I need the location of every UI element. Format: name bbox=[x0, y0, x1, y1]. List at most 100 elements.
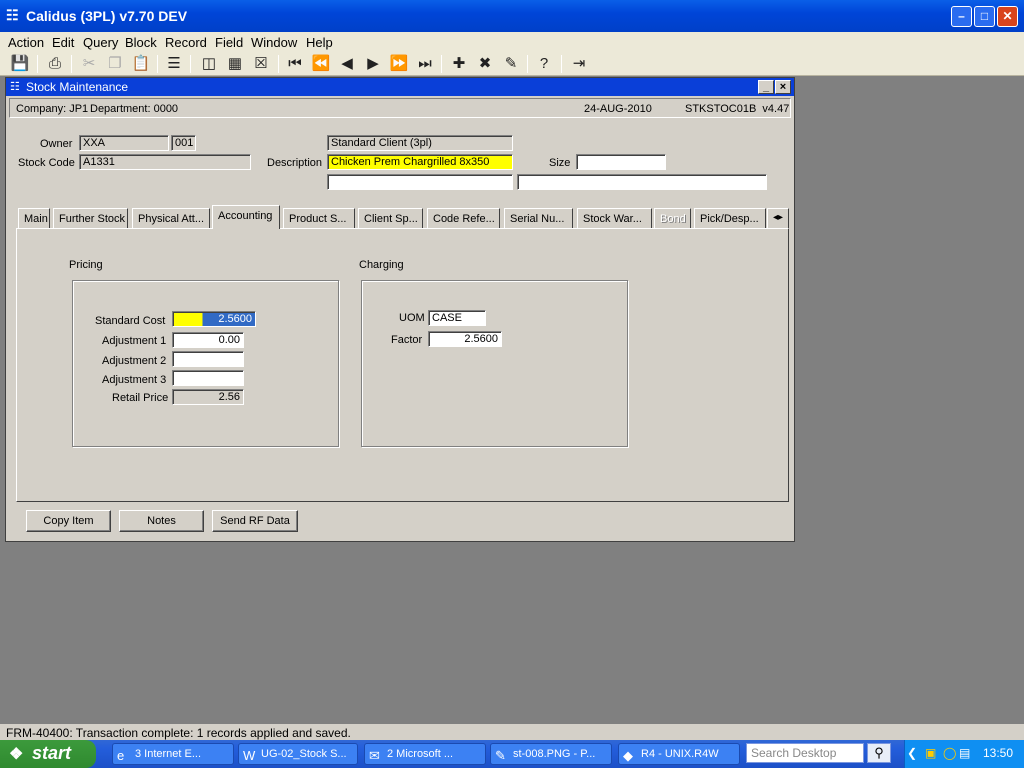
tab-stock-war[interactable]: Stock War... bbox=[577, 208, 652, 228]
stock-maintenance-window: ☷ Stock Maintenance _ × Company: JP1 Dep… bbox=[5, 77, 795, 542]
toolbar-separator bbox=[190, 55, 191, 73]
terminal-icon: ◆ bbox=[623, 748, 633, 763]
notes-button[interactable]: Notes bbox=[119, 510, 204, 532]
menu-window[interactable]: Window bbox=[251, 35, 297, 50]
task-microsoft[interactable]: ✉ 2 Microsoft ... bbox=[364, 743, 486, 765]
toolbar-separator bbox=[71, 55, 72, 73]
menu-edit[interactable]: Edit bbox=[52, 35, 74, 50]
toolbar-separator bbox=[157, 55, 158, 73]
charging-title: Charging bbox=[359, 259, 404, 271]
execute-query-icon[interactable]: ▦ bbox=[225, 54, 245, 74]
last-record-icon[interactable]: ⏭ bbox=[415, 54, 435, 74]
description-line3-field[interactable] bbox=[517, 174, 767, 190]
uom-field[interactable]: CASE bbox=[428, 310, 486, 326]
toolbar: 💾 ⎙ ✂ ❐ 📋 ☰ ◫ ▦ ☒ ⏮ ⏪ ◀ ▶ ⏩ ⏭ ✚ ✖ ✎ ? ⇥ bbox=[0, 52, 1024, 76]
description-line2-field[interactable] bbox=[327, 174, 513, 190]
enter-query-icon[interactable]: ◫ bbox=[199, 54, 219, 74]
owner-sub-field[interactable]: 001 bbox=[171, 135, 196, 151]
next-record-icon[interactable]: ▶ bbox=[363, 54, 383, 74]
send-rf-data-button[interactable]: Send RF Data bbox=[212, 510, 298, 532]
tab-serial-nu[interactable]: Serial Nu... bbox=[504, 208, 573, 228]
adjustment-1-label: Adjustment 1 bbox=[102, 335, 167, 347]
tab-scroll-arrows-icon[interactable]: ◂▸ bbox=[767, 208, 789, 228]
menu-block[interactable]: Block bbox=[125, 35, 157, 50]
form-id-text: STKSTOC01B v4.47 bbox=[685, 103, 790, 115]
pricing-group: Standard Cost 2.5600 Adjustment 1 0.00 A… bbox=[72, 280, 339, 447]
tab-physical-attributes[interactable]: Physical Att... bbox=[132, 208, 210, 228]
adjustment-1-field[interactable]: 0.00 bbox=[172, 332, 244, 348]
tab-bond: Bond bbox=[654, 208, 691, 228]
tray-outlook-icon[interactable]: ◯ bbox=[943, 746, 956, 760]
task-label: R4 - UNIX.R4W bbox=[641, 748, 719, 760]
tab-product-s[interactable]: Product S... bbox=[283, 208, 355, 228]
close-button[interactable]: ✕ bbox=[997, 6, 1018, 27]
delete-record-icon[interactable]: ✖ bbox=[475, 54, 495, 74]
standard-cost-field[interactable]: 2.5600 bbox=[172, 311, 256, 327]
form-icon: ☷ bbox=[10, 81, 20, 93]
date-text: 24-AUG-2010 bbox=[584, 103, 652, 115]
task-r4-unix[interactable]: ◆ R4 - UNIX.R4W bbox=[618, 743, 740, 765]
menu-help[interactable]: Help bbox=[306, 35, 333, 50]
tray-network-icon[interactable]: ▤ bbox=[959, 746, 970, 760]
list-icon[interactable]: ☰ bbox=[164, 54, 184, 74]
minimize-button[interactable]: – bbox=[951, 6, 972, 27]
tab-code-refe[interactable]: Code Refe... bbox=[427, 208, 500, 228]
search-desktop-input[interactable]: Search Desktop bbox=[746, 743, 864, 763]
print-icon[interactable]: ⎙ bbox=[45, 54, 65, 74]
copy-icon[interactable]: ❐ bbox=[105, 54, 125, 74]
menu-record[interactable]: Record bbox=[165, 35, 207, 50]
retail-price-field[interactable]: 2.56 bbox=[172, 389, 244, 405]
form-title-bar: ☷ Stock Maintenance _ × bbox=[6, 78, 794, 96]
maximize-button[interactable]: □ bbox=[974, 6, 995, 27]
tray-app-icon[interactable]: ▣ bbox=[925, 746, 936, 760]
tab-accounting[interactable]: Accounting bbox=[212, 205, 280, 229]
previous-record-icon[interactable]: ◀ bbox=[337, 54, 357, 74]
factor-field[interactable]: 2.5600 bbox=[428, 331, 502, 347]
save-icon[interactable]: 💾 bbox=[10, 54, 30, 74]
tray-collapse-icon[interactable]: ❮ bbox=[907, 746, 917, 760]
clear-record-icon[interactable]: ✎ bbox=[501, 54, 521, 74]
tab-client-sp[interactable]: Client Sp... bbox=[358, 208, 423, 228]
stock-code-field[interactable]: A1331 bbox=[79, 154, 251, 170]
search-icon[interactable]: ⚲ bbox=[867, 743, 891, 763]
status-message: FRM-40400: Transaction complete: 1 recor… bbox=[6, 726, 351, 740]
next-block-icon[interactable]: ⏩ bbox=[389, 54, 409, 74]
paste-icon[interactable]: 📋 bbox=[131, 54, 151, 74]
cut-icon[interactable]: ✂ bbox=[79, 54, 99, 74]
copy-item-button[interactable]: Copy Item bbox=[26, 510, 111, 532]
previous-block-icon[interactable]: ⏪ bbox=[311, 54, 331, 74]
first-record-icon[interactable]: ⏮ bbox=[285, 54, 305, 74]
owner-label: Owner bbox=[40, 138, 73, 150]
menu-field[interactable]: Field bbox=[215, 35, 243, 50]
size-field[interactable] bbox=[576, 154, 666, 170]
tab-further-stock[interactable]: Further Stock bbox=[53, 208, 128, 228]
adjustment-2-field[interactable] bbox=[172, 351, 244, 367]
menu-query[interactable]: Query bbox=[83, 35, 118, 50]
toolbar-separator bbox=[37, 55, 38, 73]
department-text: Department: 0000 bbox=[90, 103, 179, 115]
tab-pick-desp[interactable]: Pick/Desp... bbox=[694, 208, 766, 228]
task-paint[interactable]: ✎ st-008.PNG - P... bbox=[490, 743, 612, 765]
task-internet-explorer[interactable]: e 3 Internet E... bbox=[112, 743, 234, 765]
owner-name-field[interactable]: Standard Client (3pl) bbox=[327, 135, 513, 151]
exit-icon[interactable]: ⇥ bbox=[569, 54, 589, 74]
charging-group: UOM CASE Factor 2.5600 bbox=[361, 280, 628, 447]
standard-cost-label: Standard Cost bbox=[95, 315, 166, 327]
owner-code-field[interactable]: XXA bbox=[79, 135, 169, 151]
description-label: Description bbox=[267, 157, 323, 169]
form-minimize-button[interactable]: _ bbox=[758, 80, 774, 94]
description-field[interactable]: Chicken Prem Chargrilled 8x350 bbox=[327, 154, 513, 170]
form-close-button[interactable]: × bbox=[775, 80, 791, 94]
adjustment-3-field[interactable] bbox=[172, 370, 244, 386]
insert-record-icon[interactable]: ✚ bbox=[449, 54, 469, 74]
help-icon[interactable]: ? bbox=[534, 54, 554, 74]
accounting-tab-panel: Pricing Standard Cost 2.5600 Adjustment … bbox=[16, 228, 789, 502]
cancel-query-icon[interactable]: ☒ bbox=[251, 54, 271, 74]
tab-main[interactable]: Main bbox=[18, 208, 50, 228]
info-bar: Company: JP1 Department: 0000 24-AUG-201… bbox=[9, 98, 791, 118]
task-word-doc[interactable]: W UG-02_Stock S... bbox=[238, 743, 358, 765]
adjustment-3-label: Adjustment 3 bbox=[102, 374, 167, 386]
status-line: FRM-40400: Transaction complete: 1 recor… bbox=[0, 724, 1024, 740]
menu-action[interactable]: Action bbox=[8, 35, 44, 50]
start-button[interactable]: ❖ start bbox=[0, 740, 96, 768]
